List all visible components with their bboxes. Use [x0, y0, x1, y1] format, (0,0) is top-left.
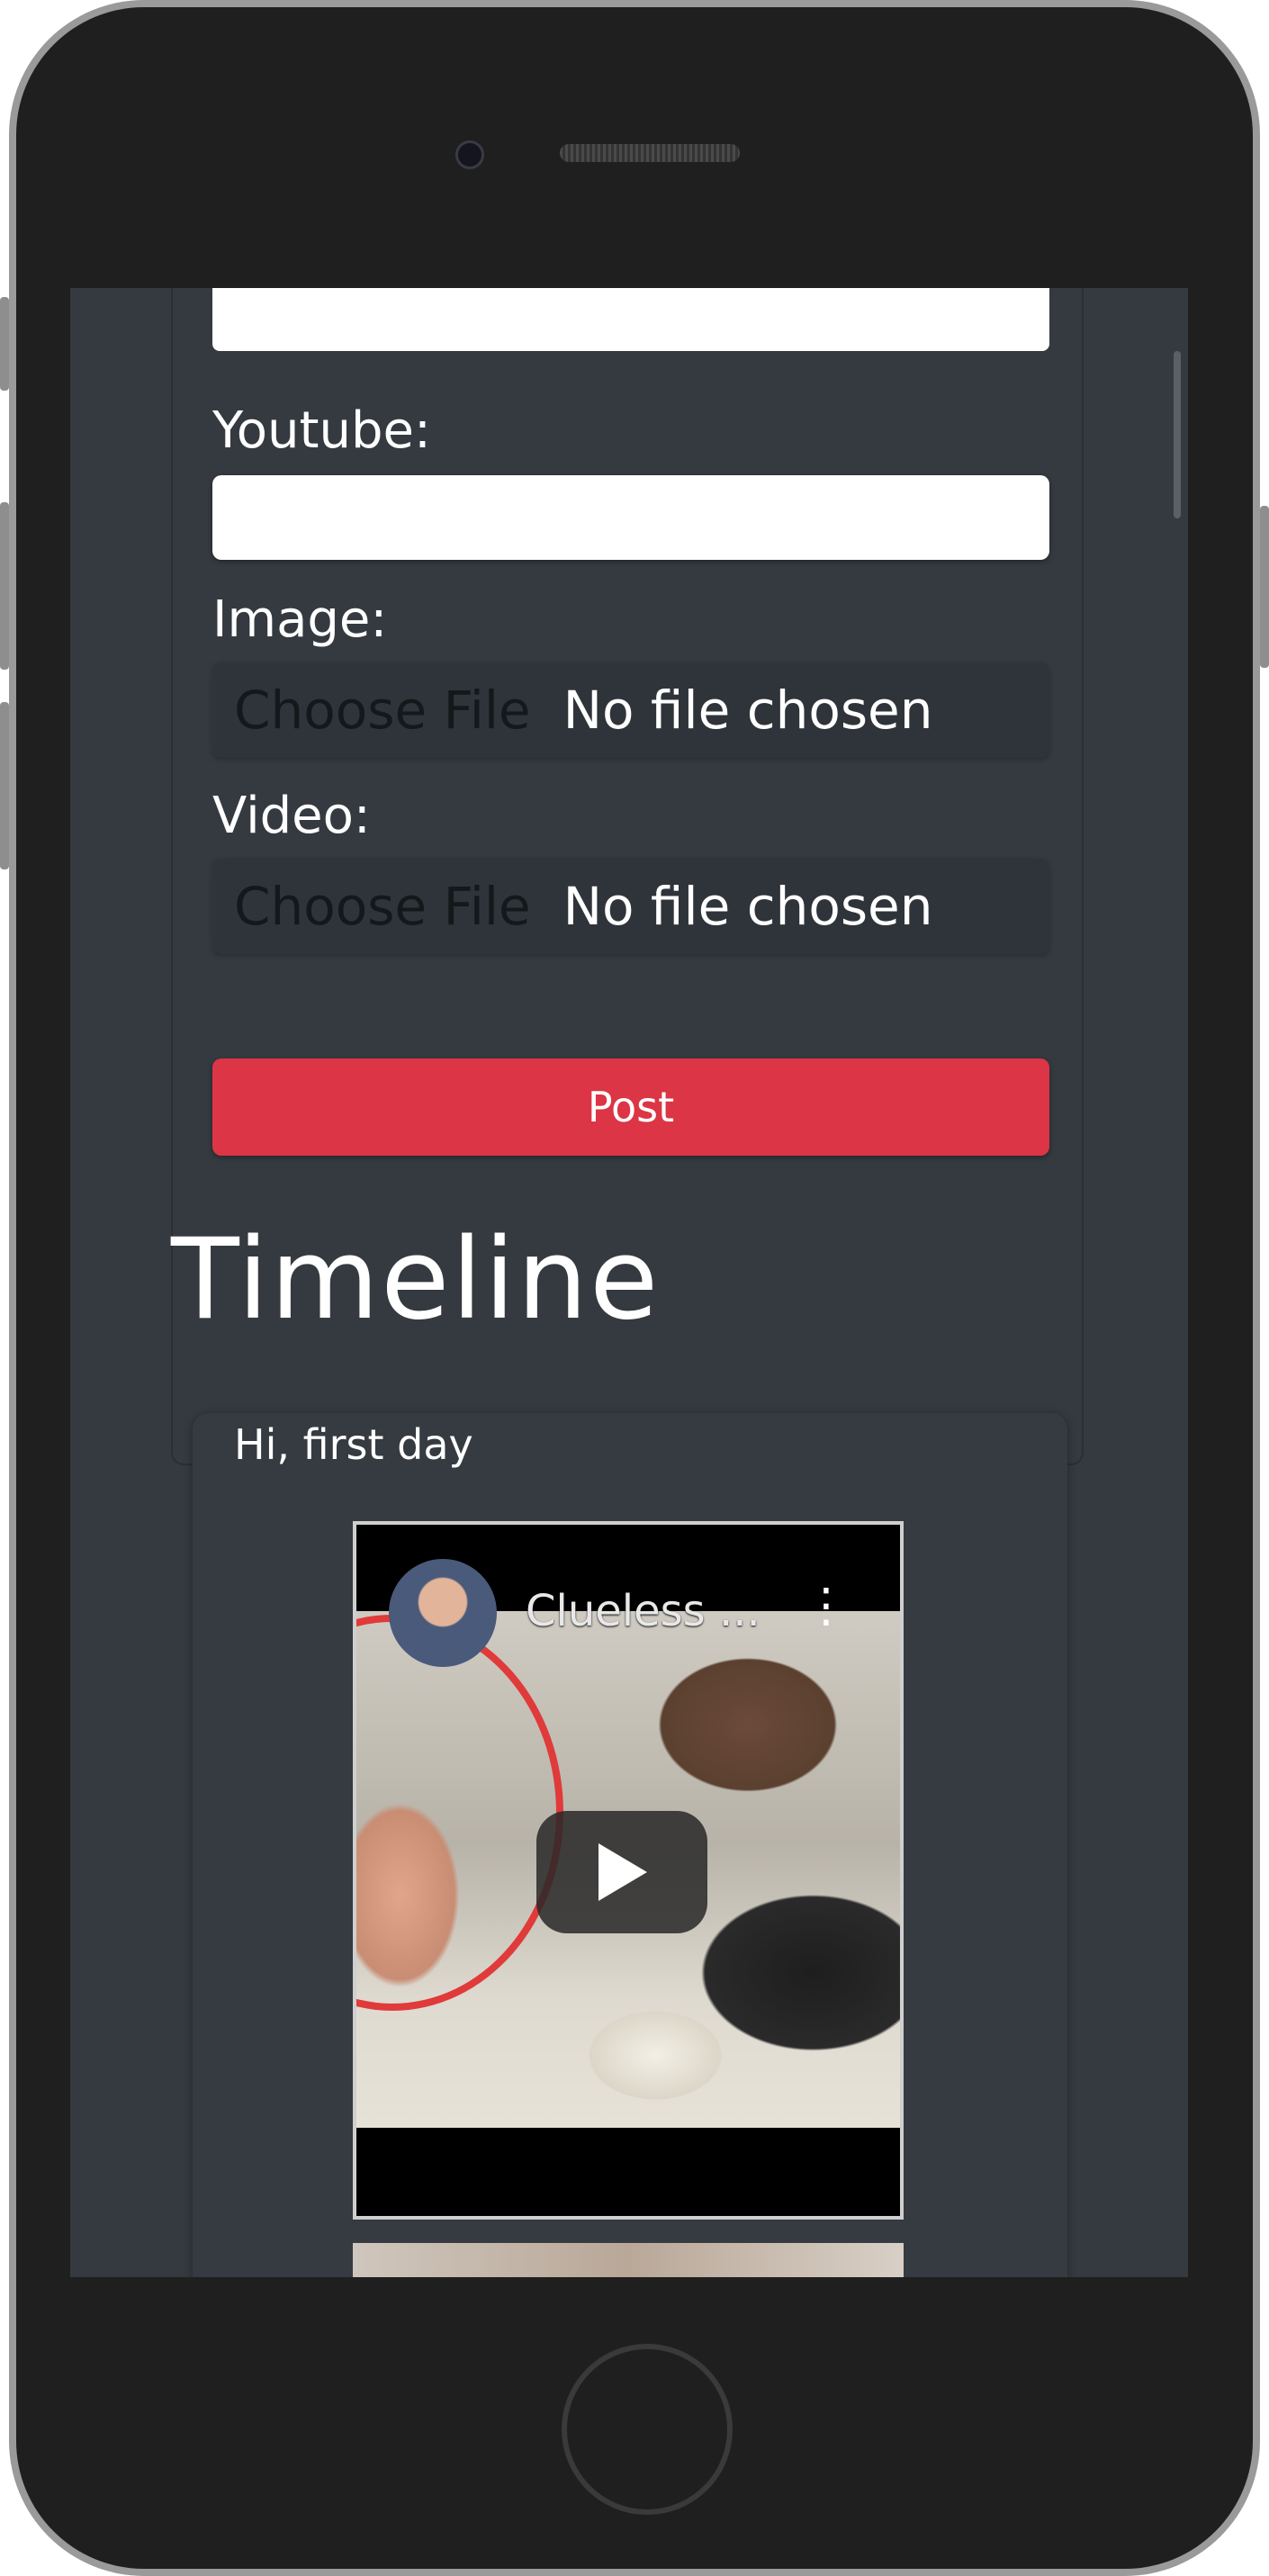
more-options-icon[interactable]: ⋮ [803, 1579, 850, 1633]
post-button[interactable]: Post [212, 1058, 1049, 1156]
front-camera [455, 140, 484, 169]
image-file-input[interactable]: Choose File No file chosen [212, 662, 1049, 758]
youtube-label: Youtube: [212, 401, 431, 460]
image-choose-file-button[interactable]: Choose File [234, 680, 531, 741]
volume-up-button [0, 502, 9, 670]
home-button[interactable] [562, 2344, 733, 2515]
image-file-status: No file chosen [562, 680, 933, 741]
youtube-input[interactable] [212, 475, 1049, 560]
video-label: Video: [212, 787, 371, 845]
video-file-status: No file chosen [562, 876, 933, 937]
post-text: Hi, first day [234, 1420, 473, 1469]
earpiece-speaker [560, 144, 740, 162]
app-screen: Youtube: Image: Choose File No file chos… [70, 288, 1188, 2277]
video-choose-file-button[interactable]: Choose File [234, 876, 531, 937]
post-textarea[interactable] [212, 288, 1049, 351]
scrollbar[interactable] [1174, 351, 1181, 518]
mute-switch [0, 297, 9, 391]
video-file-input[interactable]: Choose File No file chosen [212, 859, 1049, 954]
volume-down-button [0, 702, 9, 869]
youtube-video-embed[interactable]: Clueless ... ⋮ [353, 1521, 904, 2220]
image-label: Image: [212, 590, 388, 649]
timeline-heading: Timeline [171, 1215, 661, 1345]
power-button [1260, 506, 1269, 668]
next-media-thumbnail[interactable] [353, 2243, 904, 2277]
play-icon [598, 1843, 647, 1901]
play-button[interactable] [536, 1811, 707, 1933]
video-title[interactable]: Clueless ... [526, 1586, 760, 1636]
channel-avatar[interactable] [389, 1559, 497, 1667]
